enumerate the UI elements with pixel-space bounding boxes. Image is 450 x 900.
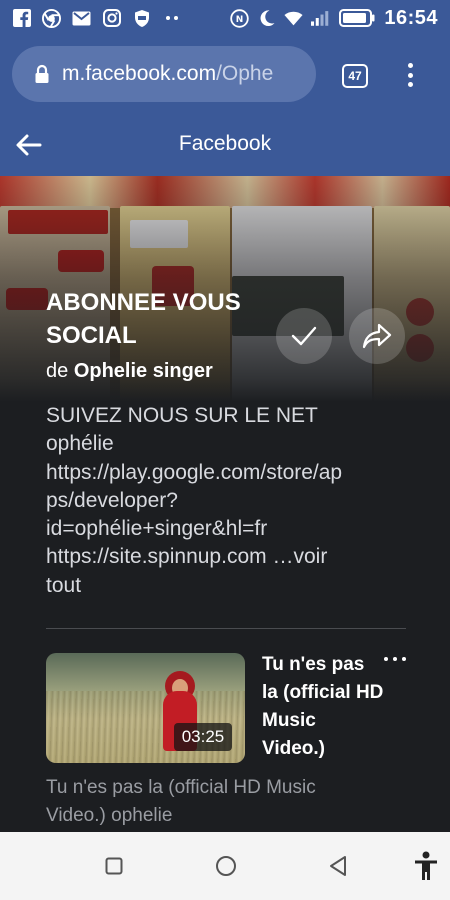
- menu-dot: [407, 63, 413, 68]
- see-more-link-end[interactable]: tout: [46, 572, 416, 600]
- playlist-title: ABONNEE VOUS SOCIAL: [46, 289, 241, 349]
- video-subtitle-line: Tu n'es pas la (official HD Music: [46, 777, 316, 798]
- video-subtitle-line: Video.) ophelie: [46, 804, 173, 826]
- description-line: ophélie: [46, 432, 114, 456]
- accessibility-button[interactable]: [412, 850, 440, 882]
- description-link[interactable]: https://play.google.com/store/ap: [46, 459, 416, 487]
- wifi-icon: [284, 9, 303, 28]
- video-subtitle: Tu n'es pas la (official HD Music Video.…: [46, 774, 386, 829]
- svg-text:N: N: [236, 15, 244, 25]
- author-name[interactable]: Ophelie singer: [74, 360, 213, 382]
- triangle-back-icon: [330, 856, 346, 876]
- back-nav-button[interactable]: [326, 854, 350, 878]
- description-link[interactable]: ps/developer?: [46, 487, 416, 515]
- save-button[interactable]: [276, 308, 332, 364]
- nfc-icon: N: [230, 8, 250, 28]
- accessibility-icon: [415, 851, 437, 880]
- back-arrow-icon: [16, 134, 42, 156]
- see-more-link[interactable]: …voir: [272, 545, 327, 568]
- author-prefix: de: [46, 360, 69, 382]
- chrome-icon: [42, 8, 61, 28]
- circle-icon: [216, 856, 236, 876]
- browser-toolbar: m.facebook.com/Ophe 47: [0, 36, 450, 114]
- description-link[interactable]: id=ophélie+singer&hl=fr: [46, 515, 416, 543]
- url-text[interactable]: m.facebook.com/Ophe: [62, 62, 273, 86]
- more-notifications-icon: [162, 9, 181, 28]
- home-button[interactable]: [214, 854, 238, 878]
- app-header: Facebook: [0, 114, 450, 176]
- browser-menu-button[interactable]: [400, 60, 420, 90]
- status-bar: N 16:54: [0, 0, 450, 36]
- recent-apps-button[interactable]: [102, 854, 126, 878]
- notification-icons: [12, 8, 181, 28]
- page-title: Facebook: [178, 132, 272, 155]
- description-link[interactable]: https://site.spinnup.com: [46, 545, 267, 568]
- do-not-disturb-icon: [257, 9, 276, 28]
- divider: [46, 628, 406, 629]
- description-line: SUIVEZ NOUS SUR LE NET: [46, 404, 318, 427]
- menu-dot: [407, 82, 413, 87]
- gmail-icon: [72, 9, 91, 28]
- battery-icon: [338, 9, 376, 28]
- tab-switcher-button[interactable]: 47: [342, 64, 368, 88]
- menu-dot: [402, 657, 406, 661]
- system-navigation-bar: [0, 832, 450, 900]
- playlist-author[interactable]: de Ophelie singer: [46, 360, 213, 383]
- video-options-button[interactable]: [384, 654, 406, 664]
- lock-icon: [34, 64, 50, 84]
- signal-icon: [311, 9, 330, 28]
- playlist-description: SUIVEZ NOUS SUR LE NET ophélie https://p…: [46, 402, 416, 600]
- menu-dot: [393, 657, 397, 661]
- instagram-icon: [102, 9, 121, 28]
- description-line-last: https://site.spinnup.com …voir: [46, 543, 416, 571]
- video-duration: 03:25: [174, 723, 232, 751]
- facebook-icon: [12, 9, 31, 28]
- video-title[interactable]: Tu n'es pas la (official HD Music Video.…: [262, 651, 384, 763]
- url-bar[interactable]: m.facebook.com/Ophe: [12, 46, 316, 102]
- shield-icon: [132, 9, 151, 28]
- url-host: m.facebook.com: [62, 62, 217, 85]
- share-icon: [362, 323, 392, 349]
- square-icon: [105, 857, 123, 875]
- menu-dot: [407, 72, 413, 78]
- system-icons: N 16:54: [230, 7, 438, 30]
- checkmark-icon: [291, 326, 317, 346]
- clock: 16:54: [384, 6, 438, 29]
- back-button[interactable]: [14, 130, 44, 160]
- url-path: /Ophe: [216, 62, 274, 85]
- share-button[interactable]: [349, 308, 405, 364]
- menu-dot: [384, 657, 388, 661]
